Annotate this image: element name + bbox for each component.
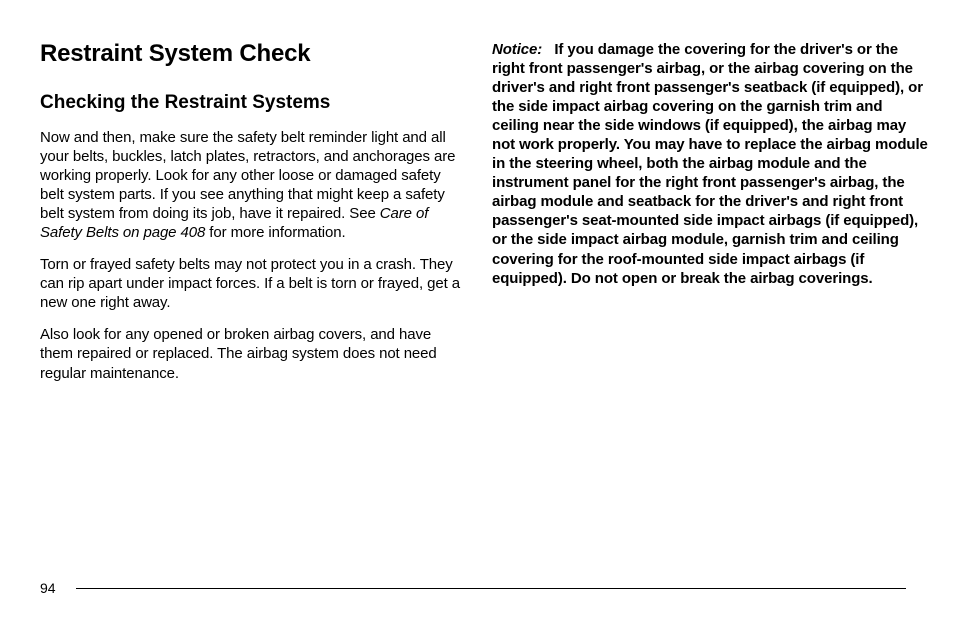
notice-spacer [542,41,554,58]
paragraph-1b: for more information. [205,224,345,241]
page-footer: 94 [40,580,906,596]
right-column: Notice: If you damage the covering for t… [492,40,930,396]
notice-body: If you damage the covering for the drive… [492,41,928,287]
notice-label: Notice: [492,41,542,58]
paragraph-2: Torn or frayed safety belts may not prot… [40,255,460,312]
page-number: 94 [40,580,56,596]
notice-block: Notice: If you damage the covering for t… [492,40,930,288]
notice-paragraph: Notice: If you damage the covering for t… [492,40,930,288]
left-column: Restraint System Check Checking the Rest… [40,40,460,396]
footer-rule [76,588,906,589]
subsection-heading: Checking the Restraint Systems [40,92,460,114]
section-heading: Restraint System Check [40,40,460,68]
paragraph-3: Also look for any opened or broken airba… [40,325,460,382]
paragraph-1: Now and then, make sure the safety belt … [40,128,460,242]
